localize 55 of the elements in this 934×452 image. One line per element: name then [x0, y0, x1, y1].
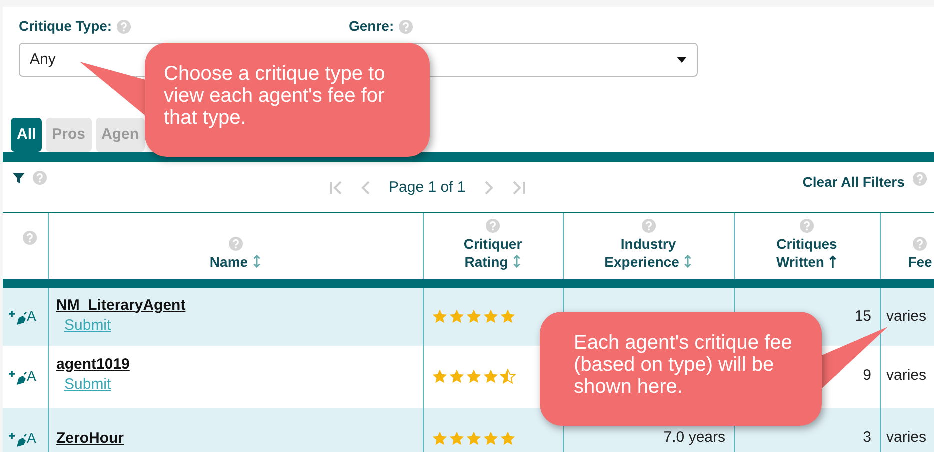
type-label: A [27, 307, 36, 326]
column-header[interactable]: Name [210, 253, 262, 271]
table-cell: varies [886, 308, 927, 324]
table-cell: 9 [863, 367, 872, 384]
filter-label: Genre: [349, 17, 394, 36]
star-icon [448, 309, 464, 324]
star-icon [466, 431, 482, 446]
star-icon [432, 309, 448, 324]
pen-plus-icon [9, 311, 27, 328]
help-icon[interactable] [913, 237, 928, 251]
star-icon [466, 309, 482, 324]
table-cell: varies [886, 429, 927, 446]
pen-plus-icon [9, 371, 27, 387]
star-icon [500, 309, 516, 324]
star-icon [482, 309, 498, 324]
sort-up-icon[interactable] [829, 255, 838, 268]
first-page-icon [329, 181, 343, 196]
star-icon [448, 431, 464, 446]
table-cell: 15 [854, 308, 872, 324]
half-star-icon [500, 369, 516, 384]
type-label: A [27, 429, 36, 448]
star-icon [482, 431, 498, 446]
pen-plus-icon [9, 433, 27, 449]
clear-filters-link[interactable]: Clear All Filters [802, 172, 905, 193]
table-cell: 3 [863, 429, 872, 446]
column-header[interactable]: Fee [908, 253, 932, 271]
help-icon[interactable] [912, 172, 927, 186]
help-icon[interactable] [800, 219, 814, 233]
help-icon[interactable] [228, 237, 242, 251]
star-icon [482, 369, 498, 384]
help-icon[interactable] [33, 171, 47, 185]
page-indicator: Page 1 of 1 [389, 178, 466, 198]
help-icon[interactable] [117, 20, 132, 34]
sort-icon[interactable] [253, 255, 262, 268]
star-icon [448, 369, 464, 384]
last-page-icon [512, 181, 526, 196]
filter-label: Critique Type: [19, 17, 112, 36]
help-icon[interactable] [23, 231, 37, 245]
table-cell: varies [886, 367, 927, 384]
type-label: A [27, 367, 36, 386]
help-icon[interactable] [399, 20, 414, 34]
agent-name-link[interactable]: NM_LiteraryAgent [56, 296, 414, 314]
filter-tab[interactable]: All [11, 118, 42, 152]
star-icon [432, 369, 448, 384]
caret-icon [677, 57, 687, 63]
help-icon[interactable] [642, 219, 656, 233]
agent-name-link[interactable]: agent1019 [56, 356, 414, 374]
filter-icon [13, 173, 25, 185]
sort-icon[interactable] [684, 255, 692, 268]
table-cell: 7.0 years [664, 429, 726, 446]
star-icon [466, 369, 482, 384]
star-icon [500, 431, 516, 446]
star-icon [432, 431, 448, 446]
sort-icon[interactable] [513, 255, 522, 268]
help-icon[interactable] [486, 219, 500, 233]
